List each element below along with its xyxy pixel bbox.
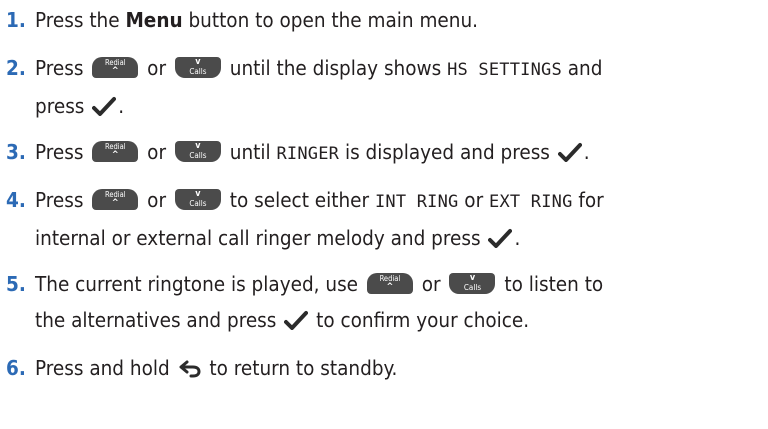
step-number: 3. (6, 140, 26, 164)
up-arrow-icon: ^ (111, 66, 119, 76)
step-text: Press the Menu button to open the main m… (6, 2, 766, 38)
text-run: until (223, 140, 277, 164)
text-run: or (141, 188, 172, 212)
back-arrow-icon (179, 360, 201, 378)
step-number: 4. (6, 188, 26, 212)
check-icon (284, 311, 309, 330)
text-run: . (514, 226, 521, 250)
key-label: Calls (189, 67, 207, 76)
text-run: or (458, 188, 490, 212)
text-run: . (583, 140, 590, 164)
check-icon (557, 143, 582, 162)
redial-up-key-icon: Redial ^ (366, 273, 413, 294)
text-run: Press (35, 56, 90, 80)
calls-down-key-icon: v Calls (174, 141, 221, 162)
text-run: is displayed and press (339, 140, 556, 164)
step-text-line-2: the alternatives and press to confirm yo… (6, 302, 766, 338)
step-text-line-2: internal or external call ringer melody … (6, 220, 766, 256)
check-icon (92, 97, 117, 116)
up-arrow-icon: ^ (111, 150, 119, 160)
step-text: Press and hold to return to standby. (6, 350, 766, 386)
text-run: the alternatives and press (35, 308, 283, 332)
calls-down-key-icon: v Calls (174, 189, 221, 210)
step-1: 1. Press the Menu button to open the mai… (6, 2, 766, 38)
down-arrow-icon: v (195, 189, 201, 199)
text-run: press (35, 94, 91, 118)
display-text: RINGER (276, 144, 340, 164)
text-run: to listen to (498, 272, 604, 296)
text-run: or (141, 56, 172, 80)
text-run: until the display shows (223, 56, 448, 80)
down-arrow-icon: v (469, 273, 476, 283)
redial-up-key-icon: Redial ^ (92, 189, 139, 210)
step-text-line-2: press . (6, 88, 766, 124)
step-2: 2. Press Redial ^ or v Calls until the dis… (6, 50, 766, 124)
display-text: EXT RING (489, 192, 573, 212)
text-run: or (415, 272, 447, 296)
step-number: 5. (6, 272, 26, 296)
step-number: 2. (6, 56, 26, 80)
step-3: 3. Press Redial ^ or v Calls until RINGER … (6, 134, 766, 172)
up-arrow-icon: ^ (386, 282, 394, 292)
text-run: button to open the main menu. (182, 8, 479, 32)
down-arrow-icon: v (195, 141, 201, 151)
text-run: Press (35, 188, 90, 212)
step-text: Press Redial ^ or v Calls until the displa… (6, 50, 766, 88)
display-text: HS SETTINGS (447, 60, 562, 80)
text-run: to confirm your choice. (310, 308, 530, 332)
text-run: internal or external call ringer melody … (35, 226, 487, 250)
calls-down-key-icon: v Calls (449, 273, 496, 294)
text-run: Press and hold (35, 356, 176, 380)
display-text: INT RING (374, 192, 459, 212)
up-arrow-icon: ^ (111, 198, 119, 208)
calls-down-key-icon: v Calls (174, 57, 221, 78)
key-label: Calls (189, 199, 207, 208)
step-6: 6. Press and hold to return to standby. (6, 350, 766, 386)
instruction-list: 1. Press the Menu button to open the mai… (0, 0, 768, 429)
step-text: Press Redial ^ or v Calls to select either… (6, 182, 766, 220)
menu-button-label: Menu (125, 8, 183, 32)
step-5: 5. The current ringtone is played, use R… (6, 266, 766, 338)
step-number: 6. (6, 356, 26, 380)
key-label: Calls (463, 283, 482, 292)
key-label: Calls (189, 151, 207, 160)
step-text: The current ringtone is played, use Redi… (6, 266, 766, 302)
text-run: The current ringtone is played, use (35, 272, 364, 296)
redial-up-key-icon: Redial ^ (92, 141, 139, 162)
step-4: 4. Press Redial ^ or v Calls to select eit… (6, 182, 766, 256)
step-text: Press Redial ^ or v Calls until RINGER is … (6, 134, 766, 172)
text-run: Press (35, 140, 90, 164)
text-run: or (141, 140, 172, 164)
text-run: Press the (35, 8, 126, 32)
text-run: for (572, 188, 604, 212)
step-number: 1. (6, 8, 26, 32)
check-icon (488, 229, 513, 248)
text-run: to select either (223, 188, 375, 212)
redial-up-key-icon: Redial ^ (92, 57, 139, 78)
text-run: . (118, 94, 125, 118)
text-run: and (561, 56, 603, 80)
text-run: to return to standby. (203, 356, 398, 380)
down-arrow-icon: v (195, 57, 201, 67)
